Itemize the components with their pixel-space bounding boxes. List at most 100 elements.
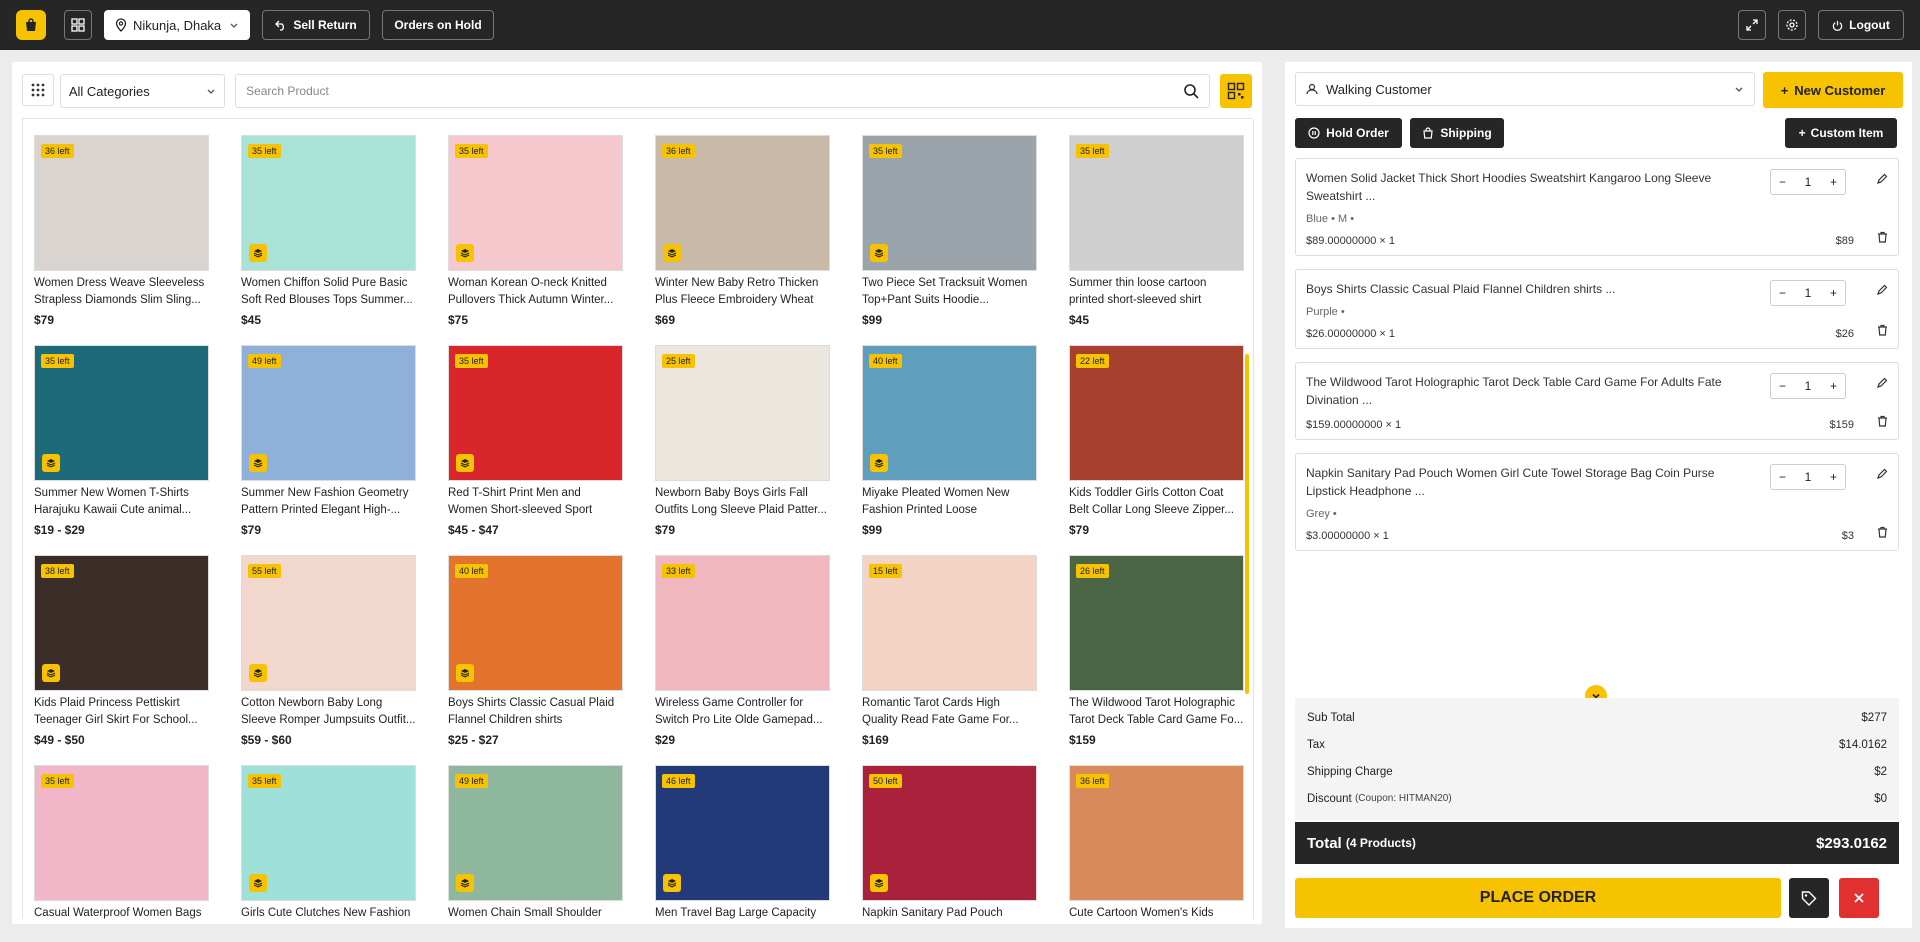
cart-item-total: $3 [1841, 530, 1854, 542]
product-name: Cute Cartoon Women's Kids [1069, 907, 1214, 919]
product-image[interactable]: 25 left [655, 345, 830, 481]
product-image[interactable]: 35 left [34, 765, 209, 901]
product-card[interactable]: 46 left Men Travel Bag Large Capacity [655, 765, 830, 919]
apps-grid-button[interactable] [64, 10, 92, 40]
edit-icon[interactable] [1876, 173, 1888, 185]
plus-icon[interactable]: + [1830, 175, 1837, 189]
product-image[interactable]: 36 left [655, 135, 830, 271]
product-card[interactable]: 40 left Boys Shirts Classic Casual Plaid … [448, 555, 623, 765]
product-card[interactable]: 38 left Kids Plaid Princess Pettiskirt Te… [34, 555, 209, 765]
shopping-bag-logo-icon[interactable] [16, 10, 46, 40]
product-card[interactable]: 35 left Summer New Women T-Shirts Harajuk… [34, 345, 209, 555]
product-image[interactable]: 35 left [448, 345, 623, 481]
minus-icon[interactable]: − [1779, 379, 1786, 393]
quantity-value[interactable]: 1 [1805, 470, 1812, 484]
barcode-scan-button[interactable] [1220, 74, 1252, 108]
trash-icon[interactable] [1877, 415, 1888, 427]
hold-order-button[interactable]: Hold Order [1295, 118, 1402, 148]
product-image[interactable]: 35 left [1069, 135, 1244, 271]
category-select[interactable]: All Categories [59, 74, 226, 108]
quantity-value[interactable]: 1 [1805, 286, 1812, 300]
product-image[interactable]: 35 left [241, 765, 416, 901]
product-card[interactable]: 49 left Women Chain Small Shoulder [448, 765, 623, 919]
product-image[interactable]: 49 left [448, 765, 623, 901]
search-input[interactable] [246, 84, 1184, 98]
product-card[interactable]: 36 left Winter New Baby Retro Thicken Plu… [655, 135, 830, 345]
product-card[interactable]: 50 left Napkin Sanitary Pad Pouch [862, 765, 1037, 919]
place-order-button[interactable]: PLACE ORDER [1295, 878, 1781, 918]
product-name: Woman Korean O-neck Knitted Pullovers Th… [448, 277, 614, 306]
trash-icon[interactable] [1877, 231, 1888, 243]
product-card[interactable]: 40 left Miyake Pleated Women New Fashion … [862, 345, 1037, 555]
shipping-button[interactable]: Shipping [1410, 118, 1504, 148]
product-card[interactable]: 22 left Kids Toddler Girls Cotton Coat Be… [1069, 345, 1244, 555]
plus-icon[interactable]: + [1830, 470, 1837, 484]
variants-icon [249, 874, 267, 892]
edit-icon[interactable] [1876, 468, 1888, 480]
minus-icon[interactable]: − [1779, 470, 1786, 484]
location-select[interactable]: Nikunja, Dhaka [104, 10, 250, 40]
product-scrollbar[interactable] [1245, 354, 1249, 694]
product-card[interactable]: 35 left Two Piece Set Tracksuit Women Top… [862, 135, 1037, 345]
product-image[interactable]: 36 left [34, 135, 209, 271]
custom-item-button[interactable]: + Custom Item [1785, 118, 1897, 148]
chevron-down-icon [1735, 87, 1743, 92]
product-price: $79 [655, 523, 676, 537]
product-name: Men Travel Bag Large Capacity [655, 907, 817, 919]
plus-icon[interactable]: + [1830, 379, 1837, 393]
product-image[interactable]: 50 left [862, 765, 1037, 901]
product-image[interactable]: 35 left [34, 345, 209, 481]
product-image[interactable]: 40 left [448, 555, 623, 691]
product-card[interactable]: 25 left Newborn Baby Boys Girls Fall Outf… [655, 345, 830, 555]
product-image[interactable]: 33 left [655, 555, 830, 691]
product-card[interactable]: 55 left Cotton Newborn Baby Long Sleeve R… [241, 555, 416, 765]
edit-icon[interactable] [1876, 284, 1888, 296]
trash-icon[interactable] [1877, 324, 1888, 336]
fullscreen-button[interactable] [1738, 10, 1766, 40]
stock-badge: 35 left [455, 354, 488, 368]
plus-icon[interactable]: + [1830, 286, 1837, 300]
product-image[interactable]: 15 left [862, 555, 1037, 691]
product-image[interactable]: 35 left [448, 135, 623, 271]
settings-button[interactable] [1778, 10, 1806, 40]
orders-on-hold-button[interactable]: Orders on Hold [382, 10, 494, 40]
product-image[interactable]: 49 left [241, 345, 416, 481]
new-customer-button[interactable]: + New Customer [1763, 72, 1903, 108]
category-grid-button[interactable] [22, 74, 54, 106]
product-image[interactable]: 35 left [241, 135, 416, 271]
search-icon[interactable] [1183, 83, 1199, 99]
product-card[interactable]: 35 left Girls Cute Clutches New Fashion [241, 765, 416, 919]
product-card[interactable]: 35 left Women Chiffon Solid Pure Basic So… [241, 135, 416, 345]
trash-icon[interactable] [1877, 526, 1888, 538]
product-card[interactable]: 36 left Women Dress Weave Sleeveless Stra… [34, 135, 209, 345]
minus-icon[interactable]: − [1779, 286, 1786, 300]
sell-return-button[interactable]: Sell Return [262, 10, 370, 40]
product-name: Summer thin loose cartoon printed short-… [1069, 277, 1207, 306]
product-image[interactable]: 40 left [862, 345, 1037, 481]
product-card[interactable]: 35 left Red T-Shirt Print Men and Women S… [448, 345, 623, 555]
minus-icon[interactable]: − [1779, 175, 1786, 189]
clear-cart-button[interactable] [1839, 878, 1879, 918]
product-image[interactable]: 36 left [1069, 765, 1244, 901]
product-card[interactable]: 33 left Wireless Game Controller for Swit… [655, 555, 830, 765]
product-image[interactable]: 46 left [655, 765, 830, 901]
customer-select[interactable]: Walking Customer [1295, 72, 1755, 106]
product-card[interactable]: 49 left Summer New Fashion Geometry Patte… [241, 345, 416, 555]
quantity-value[interactable]: 1 [1805, 175, 1812, 189]
product-card[interactable]: 35 left Casual Waterproof Women Bags [34, 765, 209, 919]
product-image[interactable]: 55 left [241, 555, 416, 691]
product-card[interactable]: 35 left Woman Korean O-neck Knitted Pullo… [448, 135, 623, 345]
product-card[interactable]: 36 left Cute Cartoon Women's Kids [1069, 765, 1244, 919]
product-image[interactable]: 35 left [862, 135, 1037, 271]
apply-coupon-button[interactable] [1789, 878, 1829, 918]
product-card[interactable]: 26 left The Wildwood Tarot Holographic Ta… [1069, 555, 1244, 765]
edit-icon[interactable] [1876, 377, 1888, 389]
logout-button[interactable]: Logout [1818, 10, 1904, 40]
product-card[interactable]: 35 left Summer thin loose cartoon printed… [1069, 135, 1244, 345]
product-image[interactable]: 26 left [1069, 555, 1244, 691]
product-card[interactable]: 15 left Romantic Tarot Cards High Quality… [862, 555, 1037, 765]
product-name: Miyake Pleated Women New Fashion Printed… [862, 487, 1010, 516]
product-image[interactable]: 22 left [1069, 345, 1244, 481]
product-image[interactable]: 38 left [34, 555, 209, 691]
quantity-value[interactable]: 1 [1805, 379, 1812, 393]
